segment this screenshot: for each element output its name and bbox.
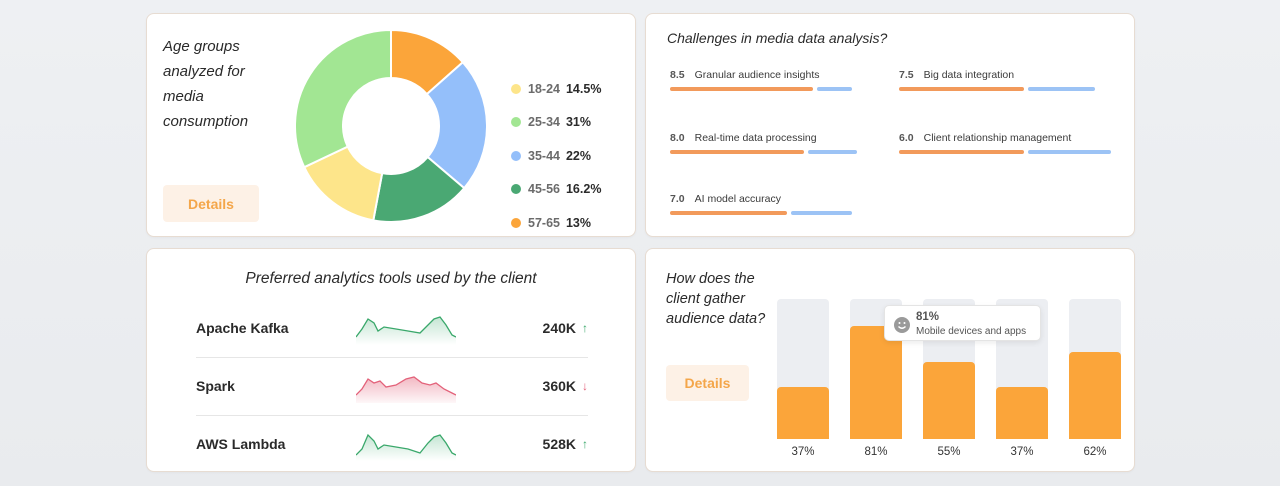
- bar-fill[interactable]: [923, 362, 975, 439]
- legend-range: 45-56: [528, 182, 560, 197]
- age-groups-title: Age groups analyzed for media consumptio…: [163, 38, 249, 130]
- data-gathering-card: How does the client gather audience data…: [645, 248, 1135, 472]
- bar-tooltip: 81% Mobile devices and apps: [884, 305, 1041, 341]
- legend-pct: 31%: [565, 115, 592, 130]
- challenge-bar-primary: [670, 211, 787, 215]
- trend-up-icon: ↑: [582, 321, 588, 335]
- challenge-bar-primary: [670, 150, 804, 154]
- bar-fill[interactable]: [777, 387, 829, 439]
- legend-dot: [511, 117, 521, 128]
- challenge-score: 8.5: [670, 69, 685, 81]
- legend-dot: [511, 83, 521, 94]
- legend-pct: 14.5%: [565, 81, 602, 96]
- tool-row: AWS Lambda 528K ↑: [196, 415, 588, 473]
- bar-label: 37%: [791, 446, 815, 458]
- legend-item: 35-44 22%: [511, 139, 601, 173]
- challenge-label: Real-time data processing: [694, 132, 817, 144]
- challenge-bar-secondary: [1028, 87, 1095, 91]
- bar-label: 37%: [1010, 446, 1034, 458]
- tool-value: 528K: [542, 436, 576, 452]
- challenge-label: Granular audience insights: [694, 69, 820, 81]
- challenge-bar-secondary: [816, 87, 852, 91]
- tooltip-value: 81%: [916, 311, 940, 323]
- challenges-title: Challenges in media data analysis?: [667, 30, 888, 46]
- sparkline-lambda: [356, 433, 456, 461]
- legend-item: 45-56 16.2%: [511, 173, 601, 207]
- challenge-score: 7.5: [899, 69, 914, 81]
- challenge-bar-secondary: [808, 150, 857, 154]
- legend-pct: 22%: [565, 148, 592, 163]
- tool-name: AWS Lambda: [196, 436, 286, 452]
- legend-item: 57-65 13%: [511, 206, 601, 240]
- challenge-bar-secondary: [1028, 150, 1111, 154]
- challenge-bar-primary: [670, 87, 813, 91]
- legend-range: 57-65: [528, 215, 560, 230]
- tool-name: Spark: [196, 378, 235, 394]
- challenge-bar-primary: [899, 150, 1025, 154]
- sparkline-kafka: [356, 316, 456, 345]
- bar-fill[interactable]: [996, 387, 1048, 439]
- challenge-bar-primary: [899, 87, 1025, 91]
- challenge-score: 7.0: [670, 193, 685, 205]
- legend-dot: [511, 217, 521, 228]
- tools-title: Preferred analytics tools used by the cl…: [245, 270, 537, 287]
- legend-pct: 16.2%: [565, 182, 602, 197]
- challenge-score: 8.0: [670, 132, 685, 144]
- challenge-label: Client relationship management: [923, 132, 1072, 144]
- challenge-bar-secondary: [790, 211, 852, 215]
- legend-range: 18-24: [528, 81, 560, 96]
- challenge-item: 7.0 AI model accuracy: [670, 193, 870, 216]
- bar-fill[interactable]: [1069, 352, 1121, 439]
- challenges-card: Challenges in media data analysis? 8.5 Gr…: [645, 13, 1135, 237]
- challenge-score: 6.0: [899, 132, 914, 144]
- legend-item: 18-24 14.5%: [511, 72, 601, 106]
- tool-row: Apache Kafka 240K ↑: [196, 299, 588, 358]
- age-groups-card: Age groups analyzed for media consumptio…: [146, 13, 636, 237]
- gather-title: How does the client gather audience data…: [666, 271, 766, 327]
- bar-label: 55%: [937, 446, 961, 458]
- challenge-item: 6.0 Client relationship management: [899, 132, 1111, 155]
- sparkline-spark: [356, 376, 456, 403]
- tool-row: Spark 360K ↓: [196, 357, 588, 416]
- age-donut-chart: [294, 28, 488, 223]
- legend-dot: [511, 150, 521, 161]
- trend-down-icon: ↓: [582, 379, 588, 393]
- tool-value: 240K: [542, 320, 576, 336]
- challenge-label: AI model accuracy: [694, 193, 781, 205]
- challenge-item: 8.0 Real-time data processing: [670, 132, 870, 155]
- legend-range: 35-44: [528, 148, 560, 163]
- legend-item: 25-34 31%: [511, 106, 601, 140]
- bar-label: 81%: [864, 446, 888, 458]
- challenge-item: 8.5 Granular audience insights: [670, 69, 870, 92]
- smile-icon: [894, 317, 910, 333]
- legend-dot: [511, 184, 521, 195]
- challenge-item: 7.5 Big data integration: [899, 69, 1099, 92]
- gather-details-button[interactable]: Details: [666, 365, 749, 401]
- legend-range: 25-34: [528, 115, 560, 130]
- analytics-tools-card: Preferred analytics tools used by the cl…: [146, 248, 636, 472]
- age-details-button[interactable]: Details: [163, 185, 259, 222]
- tooltip-description: Mobile devices and apps: [916, 326, 1027, 337]
- age-legend: 18-24 14.5% 25-34 31% 35-44 22% 45-56 16…: [511, 72, 601, 240]
- legend-pct: 13%: [565, 215, 592, 230]
- bar-fill[interactable]: [850, 325, 902, 439]
- donut-segment-25-34[interactable]: [294, 28, 392, 169]
- bar-label: 62%: [1083, 446, 1107, 458]
- challenge-label: Big data integration: [923, 69, 1015, 81]
- trend-up-icon: ↑: [582, 437, 588, 451]
- tool-value: 360K: [542, 378, 576, 394]
- tool-name: Apache Kafka: [196, 320, 289, 336]
